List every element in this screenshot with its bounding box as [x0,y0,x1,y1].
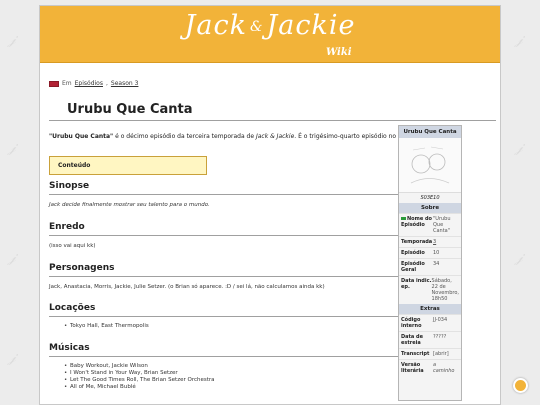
flag-icon [49,80,59,87]
infobox-key: Data de estreia [401,334,423,346]
list-item: Tokyo Hall, East Thermopolis [64,323,149,330]
background-decoration: 𝒿 [515,32,523,48]
logo-subtitle: Wiki [326,47,352,58]
section-heading-personagens: Personagens [49,263,115,273]
infobox-key: Versão literária [401,362,424,374]
infobox-row: Versão literária a caminho [399,359,461,376]
infobox-title: Urubu Que Canta [399,126,461,138]
infobox-value-link[interactable]: 3 [433,239,459,245]
episode-thumbnail[interactable] [399,138,461,193]
table-of-contents[interactable]: Conteúdo [49,156,207,175]
intro-episode-title: "Urubu Que Canta" [49,133,114,140]
breadcrumb: Em Episódios, Season 3 [49,80,138,87]
section-heading-sinopse: Sinopse [49,181,90,191]
infobox-key: Nome do Episódio [401,216,432,228]
flag-icon [401,217,406,220]
infobox-row: Código interno JJ-034 [399,314,461,331]
background-decoration: 𝒿 [8,250,16,266]
infobox-row: Episódio 10 [399,247,461,258]
infobox-key: Código interno [401,317,422,329]
infobox-key: Transcript [401,351,430,357]
breadcrumb-prefix: Em [62,80,72,87]
title-divider [49,120,496,121]
transcript-link[interactable]: [abrir] [433,351,459,357]
section-divider [49,194,435,195]
background-decoration: 𝒿 [8,140,16,156]
section-divider [49,316,435,317]
wiki-banner[interactable]: Jack & Jackie Wiki [40,6,500,63]
intro-text: é o décimo episódio da terceira temporad… [113,133,256,140]
enredo-text: (isso vai aqui kk) [49,243,96,249]
logo-text-jackie: Jackie [266,10,356,41]
breadcrumb-link-season[interactable]: Season 3 [111,80,139,87]
background-decoration: 𝒿 [8,350,16,366]
infobox-row: Transcript [abrir] [399,348,461,359]
infobox-row: Nome do Episódio "Urubu Que Canta" [399,213,461,236]
infobox-key: Temporada [401,239,433,245]
toc-label: Conteúdo [58,162,91,169]
page-title: Urubu Que Canta [67,102,193,117]
infobox-value: "Urubu Que Canta" [433,216,451,234]
infobox-value: ????? [433,334,447,340]
list-item: I Won't Stand in Your Way, Brian Setzer [64,370,215,377]
infobox-caption: S03E10 [420,195,440,201]
breadcrumb-separator: , [105,80,108,87]
wiki-logo[interactable]: Jack & Jackie [40,10,500,41]
breadcrumb-link-episodios[interactable]: Episódios [75,80,103,87]
section-divider [49,235,435,236]
section-heading-locacoes: Locações [49,303,96,313]
infobox-value: JJ-034 [433,317,448,323]
infobox-key: Data indic. ep. [401,278,432,290]
infobox-row: Temporada 3 [399,236,461,247]
list-item: Baby Workout, Jackie Wilson [64,363,215,370]
infobox-row: Data de estreia ????? [399,331,461,348]
logo-ampersand: & [249,18,264,35]
section-divider [49,276,435,277]
logo-text-jack: Jack [184,10,247,41]
personagens-text: Jack, Anastacia, Morris, Jackie, Julie S… [49,284,325,290]
infobox-value: a caminho [433,362,455,374]
locacoes-list: Tokyo Hall, East Thermopolis [64,323,149,330]
musicas-list: Baby Workout, Jackie Wilson I Won't Stan… [64,363,215,391]
infobox-value: 10 [433,250,440,256]
section-heading-enredo: Enredo [49,222,85,232]
intro-show-name: Jack & Jackie [255,133,295,140]
infobox-value: Sábado, 22 de Novembro, 18h50 [431,278,460,302]
infobox-section-extras: Extras [399,304,461,314]
infobox-value: 34 [433,261,440,267]
sinopse-text: Jack decide finalmente mostrar seu talen… [49,202,210,208]
list-item: All of Me, Michael Bublé [64,384,215,391]
background-decoration: 𝒿 [515,250,523,266]
list-item: Let The Good Times Roll, The Brian Setze… [64,377,215,384]
infobox-key: Episódio [401,250,425,256]
background-decoration: 𝒿 [8,32,16,48]
section-heading-musicas: Músicas [49,343,90,353]
infobox-row: Episódio Geral 34 [399,258,461,275]
infobox-key: Episódio Geral [401,261,425,273]
infobox-section-sobre: Sobre [399,203,461,213]
background-decoration: 𝒿 [515,140,523,156]
episode-infobox: Urubu Que Canta S03E10 Sobre Nome do Epi… [398,125,462,401]
intro-text: . É o trigésimo-quarto episódio no total… [294,133,414,140]
infobox-row: Data indic. ep. Sábado, 22 de Novembro, … [399,275,461,304]
sketch-image [410,146,450,184]
intro-paragraph: "Urubu Que Canta" é o décimo episódio da… [49,132,435,141]
theme-toggle-button[interactable] [513,378,528,393]
section-divider [49,356,435,357]
